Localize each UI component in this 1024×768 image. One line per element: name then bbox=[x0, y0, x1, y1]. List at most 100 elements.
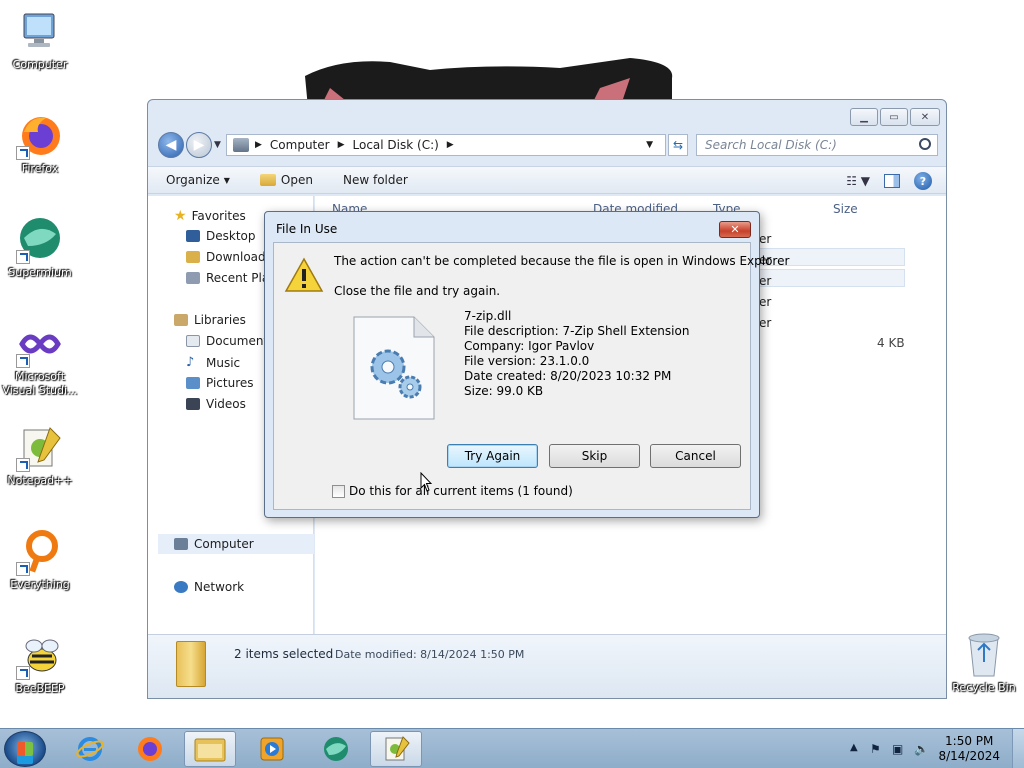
nav-label: Libraries bbox=[194, 313, 246, 327]
forward-button[interactable]: ▶ bbox=[186, 132, 212, 158]
nav-label: Desktop bbox=[206, 229, 256, 243]
breadcrumb-computer[interactable]: Computer bbox=[270, 138, 330, 152]
taskbar-supermium[interactable] bbox=[310, 731, 362, 767]
type-cell: er bbox=[759, 274, 772, 288]
supermium-icon bbox=[16, 216, 64, 264]
open-button[interactable]: Open bbox=[259, 173, 313, 187]
apply-to-all-checkbox-row[interactable]: Do this for all current items (1 found) bbox=[332, 484, 573, 498]
desktop-icon-firefox[interactable]: Firefox bbox=[0, 112, 80, 176]
show-hidden-icons-icon[interactable]: ▲ bbox=[850, 742, 858, 753]
action-center-flag-icon[interactable]: ⚑ bbox=[870, 742, 881, 756]
nav-music[interactable]: ♪ Music bbox=[186, 355, 240, 370]
file-in-use-dialog: File In Use ✕ The action can't be comple… bbox=[264, 211, 789, 518]
desktop-icon-beebeep[interactable]: BeeBEEP bbox=[0, 632, 80, 696]
nav-pictures[interactable]: Pictures bbox=[186, 376, 254, 390]
refresh-button[interactable]: ⇆ bbox=[668, 134, 688, 156]
new-folder-button[interactable]: New folder bbox=[343, 173, 408, 187]
desktop-icon-computer[interactable]: Computer bbox=[0, 8, 80, 72]
desktop-icon-notepadpp[interactable]: Notepad++ bbox=[0, 424, 80, 488]
nav-downloads[interactable]: Downloads bbox=[186, 250, 272, 264]
taskbar-windows-explorer[interactable] bbox=[184, 731, 236, 767]
cancel-button[interactable]: Cancel bbox=[650, 444, 741, 468]
chevron-right-icon[interactable]: ▶ bbox=[338, 140, 345, 150]
nav-computer[interactable]: Computer bbox=[174, 537, 254, 551]
taskbar-notepadpp[interactable] bbox=[370, 731, 422, 767]
taskbar: ▲ ⚑ ▣ 🔈 1:50 PM 8/14/2024 bbox=[0, 728, 1024, 768]
command-bar: Organize ▼ Open New folder ☷ ▼ ? bbox=[148, 166, 946, 194]
computer-icon bbox=[16, 8, 64, 56]
desktop-icon-label: Computer bbox=[12, 58, 68, 71]
music-icon: ♪ bbox=[186, 355, 195, 370]
breadcrumb-local-disk[interactable]: Local Disk (C:) bbox=[353, 138, 439, 152]
start-button[interactable] bbox=[4, 731, 46, 767]
maximize-button[interactable]: ▭ bbox=[880, 108, 908, 126]
shortcut-arrow-icon bbox=[16, 250, 30, 264]
apply-to-all-checkbox[interactable] bbox=[332, 484, 345, 498]
chevron-right-icon[interactable]: ▶ bbox=[255, 140, 262, 150]
nav-libraries[interactable]: Libraries bbox=[174, 313, 246, 327]
minimize-button[interactable]: ▁ bbox=[850, 108, 878, 126]
visual-studio-icon bbox=[16, 320, 64, 368]
desktop-icon-label: Supermium bbox=[8, 266, 72, 279]
dialog-instruction: Close the file and try again. bbox=[334, 284, 501, 298]
shortcut-arrow-icon bbox=[16, 562, 30, 576]
desktop-icon-visual-studio[interactable]: Microsoft Visual Studi... bbox=[0, 320, 80, 398]
desktop-icon-everything[interactable]: Everything bbox=[0, 528, 80, 592]
star-icon: ★ bbox=[174, 208, 187, 224]
preview-pane-icon[interactable] bbox=[884, 174, 900, 188]
nav-videos[interactable]: Videos bbox=[186, 397, 246, 411]
shortcut-arrow-icon bbox=[16, 146, 30, 160]
nav-label: Network bbox=[194, 580, 245, 594]
dialog-message: The action can't be completed because th… bbox=[334, 254, 790, 268]
computer-icon bbox=[174, 538, 188, 550]
try-again-button[interactable]: Try Again bbox=[447, 444, 538, 468]
nav-label: Favorites bbox=[191, 209, 246, 223]
organize-button[interactable]: Organize ▼ bbox=[166, 173, 230, 187]
size-cell: 4 KB bbox=[877, 336, 905, 350]
file-size: Size: 99.0 KB bbox=[464, 384, 544, 398]
taskbar-firefox[interactable] bbox=[124, 731, 176, 767]
dialog-close-button[interactable]: ✕ bbox=[719, 221, 751, 238]
nav-favorites[interactable]: ★ Favorites bbox=[174, 208, 246, 224]
clock-time: 1:50 PM bbox=[945, 734, 994, 748]
taskbar-media-player[interactable] bbox=[246, 731, 298, 767]
skip-button[interactable]: Skip bbox=[549, 444, 640, 468]
network-status-icon[interactable]: ▣ bbox=[892, 742, 903, 756]
nav-recent-places[interactable]: Recent Plac bbox=[186, 271, 276, 285]
nav-desktop[interactable]: Desktop bbox=[186, 229, 256, 243]
desktop-icon bbox=[186, 230, 200, 242]
help-icon[interactable]: ? bbox=[914, 172, 932, 190]
everything-icon bbox=[16, 528, 64, 576]
nav-network[interactable]: Network bbox=[174, 580, 244, 594]
status-value: 8/14/2024 1:50 PM bbox=[420, 648, 525, 661]
recycle-bin-icon bbox=[968, 633, 1000, 677]
change-view-icon[interactable]: ☷ ▼ bbox=[846, 174, 870, 188]
chevron-right-icon[interactable]: ▶ bbox=[447, 140, 454, 150]
libraries-icon bbox=[174, 314, 188, 326]
volume-muted-icon[interactable]: 🔈 bbox=[914, 742, 929, 756]
supermium-icon bbox=[324, 737, 348, 761]
desktop-icon-supermium[interactable]: Supermium bbox=[0, 216, 80, 280]
column-header-size[interactable]: Size bbox=[833, 202, 858, 216]
desktop-icon-recycle-bin[interactable]: Recycle Bin bbox=[944, 630, 1024, 694]
recent-pages-dropdown-icon[interactable]: ▼ bbox=[214, 140, 221, 150]
status-selected: 2 items selected bbox=[234, 647, 334, 661]
firefox-icon bbox=[16, 112, 64, 160]
search-input[interactable]: Search Local Disk (C:) bbox=[696, 134, 938, 156]
nav-label: Downloads bbox=[206, 250, 272, 264]
taskbar-internet-explorer[interactable] bbox=[64, 731, 116, 767]
close-button[interactable]: ✕ bbox=[910, 108, 940, 126]
show-desktop-button[interactable] bbox=[1012, 729, 1024, 768]
type-cell: er bbox=[759, 316, 772, 330]
nav-documents[interactable]: Documents bbox=[186, 334, 274, 348]
clock[interactable]: 1:50 PM 8/14/2024 bbox=[938, 734, 1000, 764]
address-bar[interactable]: ▶ Computer ▶ Local Disk (C:) ▶ ▼ bbox=[226, 134, 666, 156]
back-button[interactable]: ◀ bbox=[158, 132, 184, 158]
search-icon[interactable] bbox=[919, 138, 931, 150]
nav-label: Pictures bbox=[206, 376, 254, 390]
nav-label: Videos bbox=[206, 397, 246, 411]
address-dropdown-icon[interactable]: ▼ bbox=[646, 140, 653, 150]
organize-label: Organize bbox=[166, 173, 220, 187]
mouse-cursor-icon bbox=[420, 472, 432, 492]
desktop-icon-label: Firefox bbox=[21, 162, 59, 175]
